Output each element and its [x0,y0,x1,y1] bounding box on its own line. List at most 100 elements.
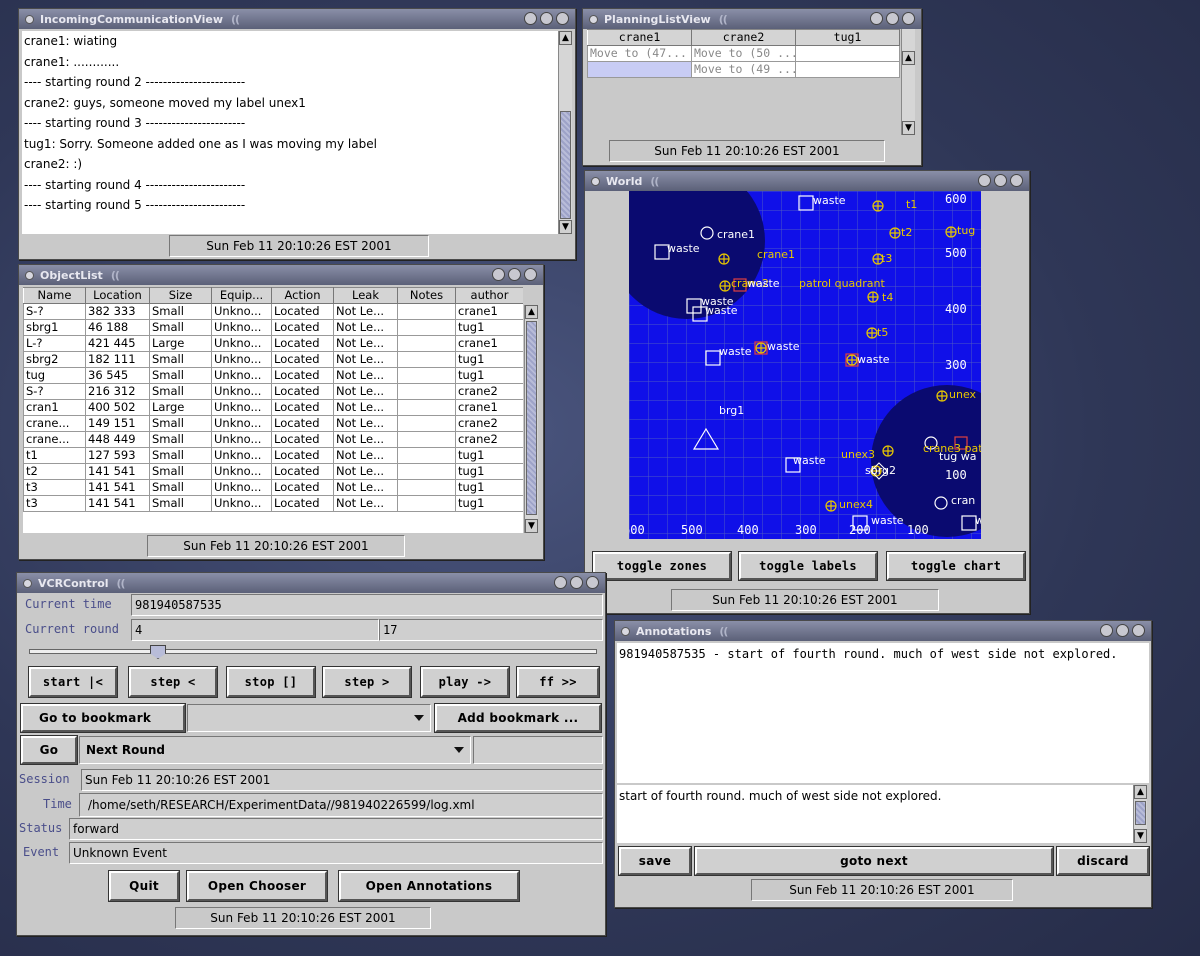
scroll-up-icon[interactable]: ▲ [902,51,915,65]
table-cell[interactable]: Small [149,479,212,496]
table-cell[interactable]: Unkno... [211,479,272,496]
table-cell[interactable]: tug [23,367,86,384]
save-button[interactable]: save [618,846,692,876]
table-cell[interactable]: 448 449 [85,431,150,448]
table-cell[interactable]: tug1 [455,319,523,336]
window-menu-icon[interactable] [621,626,630,636]
close-icon[interactable] [1132,624,1145,637]
table-cell[interactable]: Located [271,335,334,352]
table-cell[interactable]: Unkno... [211,447,272,464]
table-cell[interactable]: Not Le... [333,447,398,464]
table-cell[interactable]: Small [149,383,212,400]
table-row[interactable]: Move to (49 ... [587,61,900,78]
discard-button[interactable]: discard [1056,846,1150,876]
table-cell[interactable]: 149 151 [85,415,150,432]
table-cell[interactable]: Unkno... [211,367,272,384]
table-cell[interactable] [397,367,456,384]
table-cell[interactable]: 421 445 [85,335,150,352]
close-icon[interactable] [524,268,537,281]
stop-button[interactable]: stop [] [226,666,316,698]
message-line[interactable]: crane2: guys, someone moved my label une… [22,93,558,114]
maximize-icon[interactable] [886,12,899,25]
message-line[interactable]: crane2: :) [22,154,558,175]
maximize-icon[interactable] [540,12,553,25]
open-chooser-button[interactable]: Open Chooser [186,870,328,902]
message-line[interactable]: crane1: ............ [22,52,558,73]
table-cell[interactable] [795,61,900,78]
scroll-down-icon[interactable]: ▼ [525,519,538,533]
table-cell[interactable]: Located [271,303,334,320]
slider-thumb[interactable] [150,645,166,659]
table-cell[interactable]: Located [271,383,334,400]
table-cell[interactable]: crane2 [455,431,523,448]
column-header[interactable]: Location [85,287,150,304]
window-menu-icon[interactable] [23,578,32,588]
table-cell[interactable]: Unkno... [211,303,272,320]
table-cell[interactable]: t3 [23,495,86,512]
table-cell[interactable]: Not Le... [333,431,398,448]
table-cell[interactable]: crane2 [455,383,523,400]
table-cell[interactable]: tug1 [455,447,523,464]
table-cell[interactable]: Small [149,463,212,480]
go-input[interactable] [473,736,603,764]
table-cell[interactable]: 382 333 [85,303,150,320]
titlebar[interactable]: ObjectList (( [19,265,543,285]
table-cell[interactable]: 216 312 [85,383,150,400]
table-cell[interactable]: Not Le... [333,463,398,480]
message-line[interactable]: ---- starting round 4 ------------------… [22,175,558,196]
message-line[interactable]: ---- starting round 2 ------------------… [22,72,558,93]
table-row[interactable]: crane... 448 449 Small Unkno... Located Not L… [23,431,523,448]
annotation-list[interactable]: 981940587535 - start of fourth round. mu… [617,643,1149,783]
go-to-bookmark-button[interactable]: Go to bookmark [20,703,186,733]
message-line[interactable]: ---- starting round 3 ------------------… [22,113,558,134]
table-cell[interactable]: Small [149,351,212,368]
table-row[interactable]: L-? 421 445 Large Unkno... Located Not Le... c… [23,335,523,352]
table-cell[interactable] [397,463,456,480]
column-header[interactable]: Leak [333,287,398,304]
planning-scrollbar[interactable]: ▲ ▼ [901,29,915,135]
table-cell[interactable]: Located [271,479,334,496]
table-cell[interactable]: Unkno... [211,463,272,480]
table-cell[interactable]: Unkno... [211,383,272,400]
scroll-thumb[interactable] [560,111,571,219]
table-cell[interactable]: Located [271,463,334,480]
table-cell[interactable]: Not Le... [333,415,398,432]
scroll-up-icon[interactable]: ▲ [525,305,538,319]
minimize-icon[interactable] [492,268,505,281]
table-cell[interactable] [397,383,456,400]
minimize-icon[interactable] [554,576,567,589]
editor-scrollbar[interactable]: ▲ ▼ [1133,785,1147,843]
table-cell[interactable]: Not Le... [333,335,398,352]
annotation-editor[interactable]: start of fourth round. much of west side… [617,785,1133,843]
table-cell[interactable]: Not Le... [333,319,398,336]
table-cell[interactable] [397,335,456,352]
window-menu-icon[interactable] [589,14,598,24]
table-cell[interactable]: Located [271,447,334,464]
column-header[interactable]: author [455,287,523,304]
table-cell[interactable]: Small [149,319,212,336]
table-cell[interactable]: Not Le... [333,495,398,512]
table-row[interactable]: sbrg1 46 188 Small Unkno... Located Not Le...… [23,319,523,336]
table-cell[interactable]: t1 [23,447,86,464]
fast-forward-button[interactable]: ff >> [516,666,600,698]
table-cell[interactable]: 141 541 [85,495,150,512]
table-cell[interactable]: Not Le... [333,479,398,496]
message-scrollbar[interactable]: ▲ ▼ [558,31,572,234]
scroll-up-icon[interactable]: ▲ [559,31,572,45]
table-cell[interactable]: 141 541 [85,463,150,480]
table-cell[interactable] [587,61,692,78]
table-cell[interactable]: Located [271,367,334,384]
table-cell[interactable]: Located [271,495,334,512]
table-cell[interactable]: Located [271,351,334,368]
titlebar[interactable]: VCRControl (( [17,573,605,593]
world-map[interactable]: wastecrane1waste crane1t1t2 tugt3crane2was… [629,191,981,539]
object-scrollbar[interactable]: ▲ ▼ [524,305,538,533]
scroll-thumb[interactable] [1135,801,1146,825]
table-cell[interactable] [397,495,456,512]
table-row[interactable]: t3 141 541 Small Unkno... Located Not Le... tu… [23,479,523,496]
table-cell[interactable] [397,399,456,416]
table-cell[interactable]: Not Le... [333,399,398,416]
table-cell[interactable]: Small [149,447,212,464]
step-forward-button[interactable]: step > [322,666,412,698]
table-cell[interactable]: Unkno... [211,351,272,368]
